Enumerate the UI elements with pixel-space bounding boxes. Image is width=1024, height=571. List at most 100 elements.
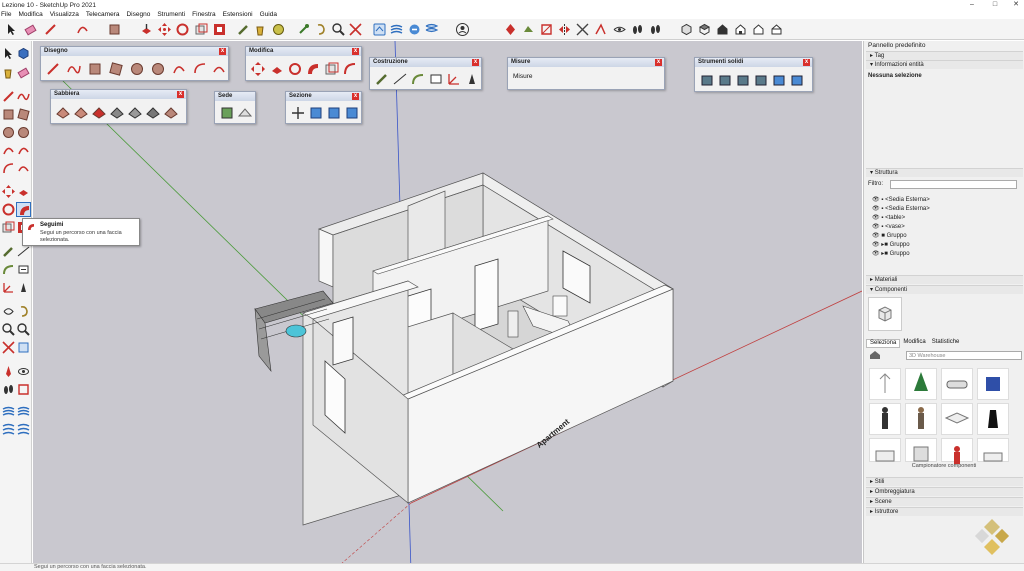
component-thumb[interactable] (869, 403, 901, 435)
right-view-icon[interactable] (733, 22, 748, 37)
split-icon[interactable] (789, 72, 805, 88)
shadows-section[interactable]: ▸ Ombreggiatura (866, 487, 1023, 496)
circle-icon[interactable] (1, 125, 16, 140)
outliner-item[interactable]: 👁 ■ Gruppo (872, 232, 1012, 239)
three-point-arc-icon[interactable] (16, 161, 31, 176)
layout-icon[interactable] (1, 422, 16, 437)
tape-measure-icon[interactable] (236, 22, 251, 37)
subtract-icon[interactable] (753, 72, 769, 88)
smoove-icon[interactable] (91, 104, 107, 120)
terrain-icon[interactable] (237, 105, 253, 121)
component-thumb[interactable] (977, 368, 1009, 400)
close-icon[interactable]: x (352, 93, 359, 100)
section-plane-icon[interactable] (16, 382, 31, 397)
axes-icon[interactable] (1, 280, 16, 295)
text-icon[interactable] (428, 71, 444, 87)
scenes-section[interactable]: ▸ Scene (866, 497, 1023, 506)
menu-guida[interactable]: Guida (260, 11, 277, 18)
display-section-cuts-icon[interactable] (326, 105, 342, 121)
push-pull-icon[interactable] (16, 184, 31, 199)
polygon-icon[interactable] (150, 61, 166, 77)
union-icon[interactable] (735, 72, 751, 88)
rectangle-icon[interactable] (87, 61, 103, 77)
push-pull-icon[interactable] (139, 22, 154, 37)
3d-text-icon[interactable] (16, 280, 31, 295)
menu-disegno[interactable]: Disegno (126, 11, 150, 18)
solid-tool-icon[interactable] (521, 22, 536, 37)
previous-view-icon[interactable] (16, 340, 31, 355)
rectangle-icon[interactable] (1, 107, 16, 122)
front-view-icon[interactable] (503, 22, 518, 37)
close-button[interactable]: ✕ (1006, 0, 1024, 10)
zoom-icon[interactable] (1, 322, 16, 337)
paint-bucket-icon[interactable] (253, 22, 268, 37)
component-thumb[interactable] (869, 438, 901, 462)
eraser-icon[interactable] (16, 65, 31, 80)
two-point-arc-icon[interactable] (16, 143, 31, 158)
arc-icon[interactable] (75, 22, 90, 37)
sandbox-contours-icon[interactable] (55, 104, 71, 120)
component-thumb[interactable] (905, 403, 937, 435)
circle-icon[interactable] (129, 61, 145, 77)
line-icon[interactable] (1, 89, 16, 104)
model-viewport[interactable]: Disegno x Modifica x Costruzione x Misur… (33, 41, 862, 571)
warehouse-icon[interactable] (372, 22, 387, 37)
intersect-icon[interactable] (717, 72, 733, 88)
follow-me-icon[interactable] (16, 202, 31, 217)
component-thumb[interactable] (977, 438, 1009, 462)
materials-section[interactable]: ▸ Materiali (866, 275, 1023, 284)
component-sampler[interactable]: Campionatore componenti (868, 463, 1020, 469)
pan-icon[interactable] (16, 304, 31, 319)
outliner-item[interactable]: 👁 ▪ <vase> (872, 223, 1012, 230)
maximize-button[interactable]: □ (985, 0, 1005, 10)
follow-me-icon[interactable] (305, 61, 321, 77)
outliner-item[interactable]: 👁 ▸■ Gruppo (872, 250, 1012, 257)
entity-info-section[interactable]: ▾ Informazioni entità (866, 60, 1023, 69)
3d-text-icon[interactable] (464, 71, 480, 87)
drape-icon[interactable] (127, 104, 143, 120)
back-view-icon[interactable] (751, 22, 766, 37)
component-thumb[interactable] (977, 403, 1009, 435)
push-pull-icon[interactable] (269, 61, 285, 77)
outer-shell-icon[interactable] (699, 72, 715, 88)
tag-section[interactable]: ▸ Tag (866, 51, 1023, 60)
close-icon[interactable]: x (219, 48, 226, 55)
component-thumb[interactable] (941, 438, 973, 464)
menu-file[interactable]: File (1, 11, 11, 18)
scale-icon[interactable] (194, 22, 209, 37)
text-icon[interactable] (16, 262, 31, 277)
move-icon[interactable] (1, 184, 16, 199)
freehand-icon[interactable] (16, 89, 31, 104)
line-icon[interactable] (43, 22, 58, 37)
two-point-arc-icon[interactable] (192, 61, 208, 77)
tab-statistiche[interactable]: Statistiche (929, 339, 963, 348)
freehand-icon[interactable] (66, 61, 82, 77)
menu-finestra[interactable]: Finestra (192, 11, 215, 18)
tape-measure-icon[interactable] (1, 244, 16, 259)
pan-icon[interactable] (313, 22, 328, 37)
text-icon[interactable] (271, 22, 286, 37)
scale-icon[interactable] (324, 61, 340, 77)
menu-modifica[interactable]: Modifica (18, 11, 42, 18)
rotate-icon[interactable] (175, 22, 190, 37)
zoom-icon[interactable] (331, 22, 346, 37)
extension-warehouse-icon[interactable] (16, 404, 31, 419)
arc-icon[interactable] (171, 61, 187, 77)
menu-strumenti[interactable]: Strumenti (157, 11, 185, 18)
offset-icon[interactable] (212, 22, 227, 37)
components-section[interactable]: ▾ Componenti (866, 285, 1023, 294)
extension-manager-icon[interactable] (424, 22, 439, 37)
tape-measure-icon[interactable] (374, 71, 390, 87)
outliner-item[interactable]: 👁 ▪ <table> (872, 214, 1012, 221)
home-icon[interactable] (868, 350, 882, 359)
structure-section[interactable]: ▾ Struttura (866, 168, 1023, 177)
walk-icon[interactable] (630, 22, 645, 37)
extension-manager-icon[interactable] (16, 422, 31, 437)
paint-bucket-icon[interactable] (1, 65, 16, 80)
filter-input[interactable] (890, 180, 1017, 189)
dimension-icon[interactable] (392, 71, 408, 87)
add-location-icon[interactable] (219, 105, 235, 121)
section-plane-icon[interactable] (539, 22, 554, 37)
rotate-icon[interactable] (287, 61, 303, 77)
display-section-planes-icon[interactable] (308, 105, 324, 121)
